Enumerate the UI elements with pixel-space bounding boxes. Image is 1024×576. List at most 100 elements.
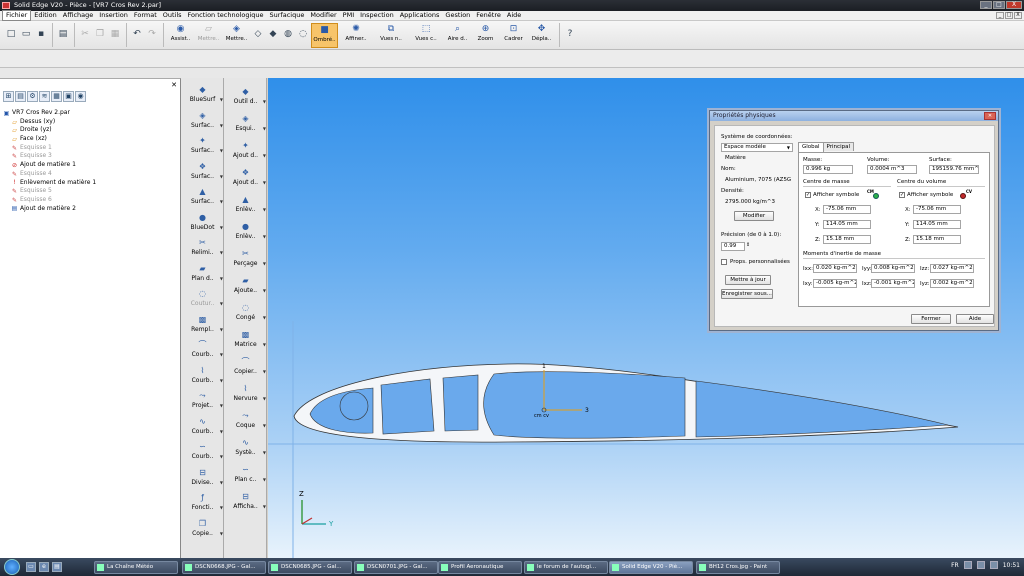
menu-edition[interactable]: Edition (31, 11, 60, 20)
feat-command-button[interactable]: ∽ Plan c.. ▼ (224, 464, 267, 486)
chevron-down-icon[interactable]: ▼ (263, 288, 266, 293)
feat-command-button[interactable]: ● Enlèv.. ▼ (224, 221, 267, 243)
coord-system-select[interactable]: Espace modèle ▼ (721, 143, 793, 152)
named-views-button[interactable]: ⧉ Vues n.. (374, 23, 408, 48)
feature-library-tab-icon[interactable]: ▣ (63, 91, 74, 102)
precision-input[interactable]: 0.99 (721, 242, 745, 251)
chevron-down-icon[interactable]: ▼ (220, 327, 223, 332)
shaded-edges-icon[interactable]: ◍ (281, 27, 295, 41)
surf-command-button[interactable]: ⌇ Courb.. ▼ (181, 365, 224, 387)
tree-node[interactable]: ✎ Esquisse 3 (3, 152, 96, 161)
feat-command-button[interactable]: ▩ Matrice ▼ (224, 329, 267, 351)
menu-inspection[interactable]: Inspection (357, 11, 397, 20)
update-button[interactable]: ◈ Mettre.. (223, 23, 250, 48)
menu-fenetre[interactable]: Fenêtre (473, 11, 504, 20)
tree-node[interactable]: ▤ Ajout de matière 2 (3, 205, 96, 214)
menu-modifier[interactable]: Modifier (307, 11, 339, 20)
sketch-view-button[interactable]: ▱ Mettre.. (195, 23, 222, 48)
chevron-down-icon[interactable]: ▼ (220, 174, 223, 179)
common-views-button[interactable]: ⬚ Vues c.. (409, 23, 443, 48)
chevron-down-icon[interactable]: ▼ (263, 315, 266, 320)
chevron-down-icon[interactable]: ▼ (263, 342, 266, 347)
tab-global[interactable]: Global (798, 142, 824, 152)
surf-command-button[interactable]: ◌ Coutur.. ▼ (181, 288, 224, 310)
library-tab-icon[interactable]: ⚙ (27, 91, 38, 102)
tree-node[interactable]: ▱ Face (xz) (3, 135, 96, 144)
taskbar-task-button[interactable]: BH12 Cros.jpg - Paint (696, 561, 780, 574)
feat-command-button[interactable]: ▲ Enlèv.. ▼ (224, 194, 267, 216)
feat-command-button[interactable]: ◈ Esqui.. ▼ (224, 113, 267, 135)
tree-node[interactable]: ▱ Dessus (xy) (3, 118, 96, 127)
chevron-down-icon[interactable]: ▼ (220, 429, 223, 434)
tree-node[interactable]: ✎ Esquisse 4 (3, 170, 96, 179)
chevron-down-icon[interactable]: ▼ (220, 276, 223, 281)
help-button[interactable]: Aide (956, 314, 994, 324)
surf-command-button[interactable]: ✂ Relimi.. ▼ (181, 237, 224, 259)
assistant-button[interactable]: ◉ Assist.. (167, 23, 194, 48)
feat-command-button[interactable]: ⤳ Coque ▼ (224, 410, 267, 432)
chevron-down-icon[interactable]: ▼ (263, 261, 266, 266)
menu-gestion[interactable]: Gestion (442, 11, 473, 20)
feat-command-button[interactable]: ✦ Ajout d.. ▼ (224, 140, 267, 162)
chevron-down-icon[interactable]: ▼ (263, 423, 266, 428)
start-button[interactable] (4, 559, 20, 575)
sensors-tab-icon[interactable]: ≋ (39, 91, 50, 102)
feat-command-button[interactable]: ⌇ Nervure ▼ (224, 383, 267, 405)
explorer-icon[interactable]: ▤ (52, 562, 62, 572)
save-as-button[interactable]: Enregistrer sous... (721, 289, 773, 299)
taskbar-task-button[interactable]: DSCN0668.JPG - Gal... (182, 561, 266, 574)
surf-command-button[interactable]: ƒ Foncti.. ▼ (181, 492, 224, 514)
surf-command-button[interactable]: ◆ BlueSurf ▼ (181, 84, 224, 106)
feat-command-button[interactable]: ✂ Perçage ▼ (224, 248, 267, 270)
feat-command-button[interactable]: ❖ Ajout d.. ▼ (224, 167, 267, 189)
taskbar-task-button[interactable]: DSCN0701.JPG - Gal... (354, 561, 438, 574)
doc-close-button[interactable]: X (1014, 12, 1022, 19)
feat-command-button[interactable]: ◆ Outil d.. ▼ (224, 86, 267, 108)
maximize-button[interactable]: □ (993, 1, 1005, 9)
menu-format[interactable]: Format (131, 11, 160, 20)
print-icon[interactable]: ▤ (56, 27, 70, 41)
surf-command-button[interactable]: ❐ Copie.. ▼ (181, 518, 224, 540)
chevron-down-icon[interactable]: ▼ (263, 450, 266, 455)
close-button[interactable]: X (1006, 1, 1022, 9)
tree-node[interactable]: ▱ Droite (yz) (3, 126, 96, 135)
tree-node[interactable]: ▣ VR7 Cros Rev 2.par (3, 109, 96, 118)
visible-edges-icon[interactable]: ◌ (296, 27, 310, 41)
chevron-down-icon[interactable]: ▼ (220, 454, 223, 459)
family-tab-icon[interactable]: ▦ (51, 91, 62, 102)
open-folder-icon[interactable]: ▭ (19, 27, 33, 41)
chevron-down-icon[interactable]: ▼ (220, 403, 223, 408)
feat-command-button[interactable]: ▰ Ajoute.. ▼ (224, 275, 267, 297)
chevron-down-icon[interactable]: ▼ (263, 477, 266, 482)
tree-node[interactable]: ! Enlèvement de matière 1 (3, 179, 96, 188)
language-indicator[interactable]: FR (951, 562, 959, 569)
wireframe-icon[interactable]: ◇ (251, 27, 265, 41)
feature-tree-tab-icon[interactable]: ⊞ (3, 91, 14, 102)
new-file-icon[interactable]: □ (4, 27, 18, 41)
menu-surfacique[interactable]: Surfacique (267, 11, 308, 20)
chevron-down-icon[interactable]: ▼ (220, 123, 223, 128)
chevron-down-icon[interactable]: ▼ (220, 148, 223, 153)
fit-button[interactable]: ⊡ Cadrer (500, 23, 527, 48)
menu-outils[interactable]: Outils (160, 11, 185, 20)
redo-icon[interactable]: ↷ (145, 27, 159, 41)
feat-command-button[interactable]: ∿ Systè.. ▼ (224, 437, 267, 459)
chevron-down-icon[interactable]: ▼ (220, 480, 223, 485)
chevron-down-icon[interactable]: ▼ (263, 180, 266, 185)
layers-tab-icon[interactable]: ▤ (15, 91, 26, 102)
pan-button[interactable]: ✥ Dépla.. (528, 23, 555, 48)
chevron-down-icon[interactable]: ▼ (263, 153, 266, 158)
chevron-down-icon[interactable]: ▼ (220, 225, 223, 230)
menu-pmi[interactable]: PMI (340, 11, 357, 20)
hidden-lines-icon[interactable]: ◆ (266, 27, 280, 41)
menu-fonction-technologique[interactable]: Fonction technologique (185, 11, 267, 20)
close-pane-icon[interactable]: ✕ (171, 81, 177, 89)
chevron-down-icon[interactable]: ▼ (220, 199, 223, 204)
surf-command-button[interactable]: ∿ Courb.. ▼ (181, 416, 224, 438)
show-desktop-icon[interactable]: ▭ (26, 562, 36, 572)
menu-applications[interactable]: Applications (397, 11, 443, 20)
chevron-down-icon[interactable]: ▼ (263, 396, 266, 401)
surf-command-button[interactable]: ⌒ Courb.. ▼ (181, 339, 224, 361)
zoom-button[interactable]: ⊕ Zoom (472, 23, 499, 48)
tree-node[interactable]: ✎ Esquisse 5 (3, 187, 96, 196)
